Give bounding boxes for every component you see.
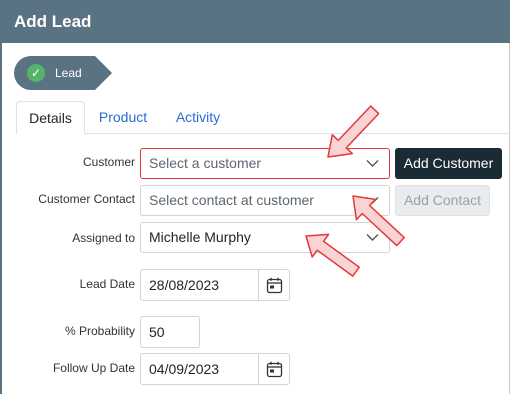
tab-details[interactable]: Details — [16, 101, 85, 134]
chevron-down-icon — [366, 197, 379, 204]
customer-contact-label: Customer Contact — [38, 192, 135, 206]
customer-label: Customer — [82, 155, 135, 169]
chevron-down-icon — [366, 234, 379, 241]
probability-value: 50 — [149, 324, 165, 340]
stage-label: Lead — [55, 66, 82, 80]
add-contact-button[interactable]: Add Contact — [395, 185, 490, 216]
assigned-to-select[interactable]: Michelle Murphy — [140, 222, 390, 253]
dialog-title: Add Lead — [14, 12, 92, 31]
calendar-icon — [266, 361, 283, 378]
tab-product[interactable]: Product — [90, 101, 156, 133]
tab-activity[interactable]: Activity — [166, 101, 230, 133]
follow-up-date-calendar-button[interactable] — [258, 353, 290, 385]
add-customer-button[interactable]: Add Customer — [395, 148, 502, 179]
lead-date-label: Lead Date — [79, 277, 135, 291]
follow-up-date-input[interactable]: 04/09/2023 — [140, 353, 259, 385]
tab-bar: Details Product Activity — [16, 101, 510, 134]
dialog-header: Add Lead — [0, 0, 510, 43]
assigned-to-value: Michelle Murphy — [149, 229, 251, 245]
stage-indicator: ✓ Lead — [14, 56, 112, 90]
lead-date-calendar-button[interactable] — [258, 269, 290, 301]
check-circle-icon: ✓ — [27, 64, 45, 82]
follow-up-date-value: 04/09/2023 — [149, 361, 220, 377]
assigned-to-label: Assigned to — [72, 231, 135, 245]
calendar-icon — [266, 277, 283, 294]
customer-select[interactable]: Select a customer — [140, 148, 390, 179]
customer-contact-placeholder: Select contact at customer — [149, 192, 314, 208]
probability-input[interactable]: 50 — [140, 316, 200, 348]
follow-up-date-label: Follow Up Date — [52, 361, 135, 375]
customer-contact-select[interactable]: Select contact at customer — [140, 185, 390, 216]
dialog-left-border — [0, 43, 2, 394]
probability-label: % Probability — [64, 324, 135, 338]
lead-date-input[interactable]: 28/08/2023 — [140, 269, 259, 301]
chevron-down-icon — [366, 160, 379, 167]
lead-date-value: 28/08/2023 — [149, 277, 220, 293]
customer-placeholder: Select a customer — [149, 155, 262, 171]
